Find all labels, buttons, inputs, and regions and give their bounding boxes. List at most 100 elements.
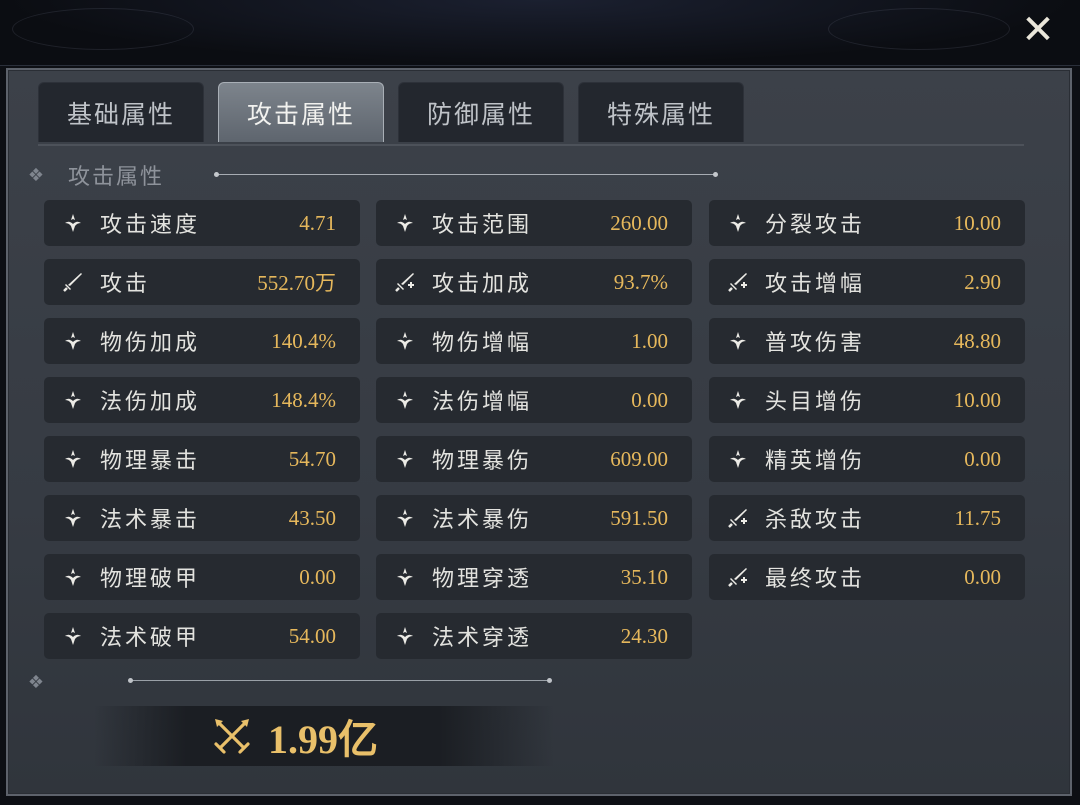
crossed-swords-icon [212, 716, 252, 756]
stat-row: 物理穿透 35.10 [376, 554, 692, 600]
stat-value: 43.50 [288, 505, 336, 530]
stat-value: 609.00 [610, 446, 668, 471]
stat-value: 0.00 [964, 446, 1001, 471]
stat-row: 最终攻击 0.00 [709, 554, 1025, 600]
stat-value: 552.70万 [257, 271, 336, 295]
fleur-icon [394, 330, 416, 352]
stat-label: 攻击加成 [432, 272, 533, 297]
fleur-icon [727, 389, 749, 411]
stat-label: 攻击增幅 [765, 272, 866, 297]
stat-label: 物理破甲 [100, 567, 201, 592]
tab-attack-attributes[interactable]: 攻击属性 [218, 82, 384, 142]
sword-icon [62, 271, 84, 293]
stat-label: 法术破甲 [100, 626, 201, 651]
stat-value: 10.00 [953, 387, 1001, 412]
combat-power-value: 1.99亿 [268, 717, 378, 762]
diamond-ornament-icon: ❖ [27, 672, 45, 693]
tab-defense-attributes[interactable]: 防御属性 [398, 82, 564, 142]
fleur-icon [394, 389, 416, 411]
stat-label: 物理穿透 [432, 567, 533, 592]
fleur-icon [727, 448, 749, 470]
stat-label: 法伤增幅 [432, 390, 533, 415]
stat-value: 10.00 [953, 210, 1001, 235]
fleur-icon [62, 566, 84, 588]
fleur-icon [62, 212, 84, 234]
top-banner: ✕ [0, 0, 1080, 66]
stat-row: 法术暴伤 591.50 [376, 495, 692, 541]
stat-value: 0.00 [299, 564, 336, 589]
stat-label: 攻击速度 [100, 213, 201, 238]
stat-row: 分裂攻击 10.00 [709, 200, 1025, 246]
stat-value: 1.00 [631, 328, 668, 353]
stat-label: 物理暴击 [100, 449, 201, 474]
tab-bar: 基础属性 攻击属性 防御属性 特殊属性 [38, 82, 744, 144]
fleur-icon [62, 625, 84, 647]
fleur-icon [62, 330, 84, 352]
stat-value: 35.10 [620, 564, 668, 589]
tab-basic-attributes[interactable]: 基础属性 [38, 82, 204, 142]
stat-value: 260.00 [610, 210, 668, 235]
stat-row: 杀敌攻击 11.75 [709, 495, 1025, 541]
fleur-icon [62, 448, 84, 470]
stat-label: 杀敌攻击 [765, 508, 866, 533]
stat-row: 头目增伤 10.00 [709, 377, 1025, 423]
stat-row: 物理破甲 0.00 [44, 554, 360, 600]
stat-row: 精英增伤 0.00 [709, 436, 1025, 482]
stat-row: 物伤增幅 1.00 [376, 318, 692, 364]
stat-label: 法术暴击 [100, 508, 201, 533]
sword-plus-icon [727, 271, 749, 293]
stat-value: 93.7% [613, 269, 668, 294]
stat-row: 普攻伤害 48.80 [709, 318, 1025, 364]
stat-label: 攻击 [100, 272, 151, 297]
fleur-icon [62, 389, 84, 411]
fleur-icon [727, 212, 749, 234]
stat-value: 140.4% [271, 328, 336, 353]
tab-divider [38, 144, 1024, 146]
stat-label: 分裂攻击 [765, 213, 866, 238]
section-header: ❖ 攻击属性 [26, 162, 165, 191]
fleur-icon [394, 212, 416, 234]
stat-value: 0.00 [631, 387, 668, 412]
stat-row: 攻击速度 4.71 [44, 200, 360, 246]
attributes-panel: 基础属性 攻击属性 防御属性 特殊属性 ❖ 攻击属性 攻击速度 4.71 攻击 552… [6, 68, 1072, 796]
stat-value: 2.90 [964, 269, 1001, 294]
stat-value: 148.4% [271, 387, 336, 412]
stat-value: 0.00 [964, 564, 1001, 589]
stat-row: 攻击加成 93.7% [376, 259, 692, 305]
stat-label: 头目增伤 [765, 390, 866, 415]
stat-label: 精英增伤 [765, 449, 866, 474]
tab-special-attributes[interactable]: 特殊属性 [578, 82, 744, 142]
close-icon[interactable]: ✕ [1018, 10, 1058, 50]
section-divider [214, 172, 718, 177]
footer-divider [128, 678, 552, 683]
stat-label: 物伤增幅 [432, 331, 533, 356]
sword-plus-icon [727, 507, 749, 529]
stat-label: 法术穿透 [432, 626, 533, 651]
fleur-icon [394, 625, 416, 647]
stat-row: 攻击 552.70万 [44, 259, 360, 305]
stat-value: 48.80 [953, 328, 1001, 353]
stat-row: 物理暴伤 609.00 [376, 436, 692, 482]
stat-label: 普攻伤害 [765, 331, 866, 356]
stat-value: 11.75 [954, 505, 1001, 530]
section-title: 攻击属性 [68, 165, 165, 190]
stat-label: 最终攻击 [765, 567, 866, 592]
combat-power-bar: 1.99亿 [94, 706, 554, 766]
sword-plus-icon [394, 271, 416, 293]
diamond-ornament-icon: ❖ [27, 164, 45, 186]
stat-label: 法术暴伤 [432, 508, 533, 533]
stat-row: 法伤加成 148.4% [44, 377, 360, 423]
stat-row: 物伤加成 140.4% [44, 318, 360, 364]
stat-row: 法术穿透 24.30 [376, 613, 692, 659]
stat-value: 591.50 [610, 505, 668, 530]
fleur-icon [394, 566, 416, 588]
stat-row: 物理暴击 54.70 [44, 436, 360, 482]
fleur-icon [394, 507, 416, 529]
fleur-icon [727, 330, 749, 352]
stat-row: 法术破甲 54.00 [44, 613, 360, 659]
stat-label: 物伤加成 [100, 331, 201, 356]
stat-row: 法伤增幅 0.00 [376, 377, 692, 423]
stat-row: 法术暴击 43.50 [44, 495, 360, 541]
stat-value: 54.00 [288, 623, 336, 648]
stat-label: 攻击范围 [432, 213, 533, 238]
